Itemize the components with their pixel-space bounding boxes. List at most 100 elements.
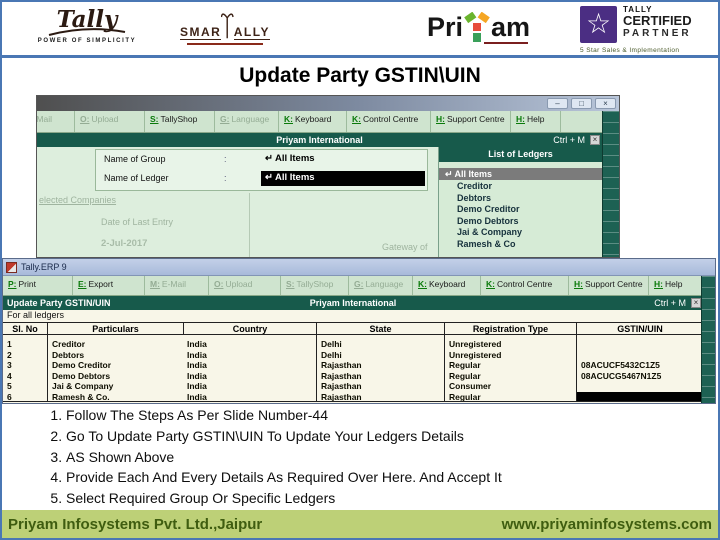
logo-header: Tally POWER OF SIMPLICITY SMAR ALLY Pri a… bbox=[2, 2, 718, 58]
smartally-tagline bbox=[187, 43, 263, 45]
toolbar-button-label: Support Centre bbox=[584, 279, 643, 289]
table-cell: 1 bbox=[7, 339, 12, 349]
toolbar-button-keyboard[interactable]: K: Keyboard bbox=[413, 276, 481, 295]
table-cell: 4 bbox=[7, 370, 12, 381]
page-title: Update Party GSTIN\UIN bbox=[239, 64, 481, 87]
toolbar-button-label: Export bbox=[88, 279, 114, 289]
smartally-left-text: SMAR bbox=[180, 25, 222, 40]
toolbar-button-print[interactable]: P: Print bbox=[3, 276, 73, 295]
shortcut-hint: Ctrl + M bbox=[654, 298, 686, 308]
close-icon[interactable]: × bbox=[590, 135, 600, 145]
toolbar-button-label: Language bbox=[365, 279, 404, 289]
footer-website: www.priyaminfosystems.com bbox=[501, 515, 712, 533]
toolbar-button-label: Upload bbox=[91, 114, 119, 124]
restore-icon[interactable]: □ bbox=[571, 98, 592, 109]
column-header: Registration Type bbox=[444, 322, 576, 335]
enter-icon: ↵ bbox=[445, 169, 453, 179]
table-cell: Creditor bbox=[47, 339, 183, 350]
toolbar-button-label: TallyShop bbox=[296, 279, 334, 289]
toolbar-button-help[interactable]: H: Help bbox=[511, 111, 561, 132]
toolbar-button-email[interactable]: M:E-Mail bbox=[36, 111, 75, 132]
tally-tagline: POWER OF SIMPLICITY bbox=[37, 38, 137, 44]
tally-app-icon bbox=[6, 261, 17, 273]
ledger-list-title: List of Ledgers bbox=[439, 147, 602, 162]
toolbar-button-tallyshop[interactable]: S: TallyShop bbox=[145, 111, 215, 132]
toolbar-button-export[interactable]: E: Export bbox=[73, 276, 145, 295]
shortcut-key: O: bbox=[214, 279, 224, 289]
ledger-item-label: All Items bbox=[454, 169, 493, 179]
shortcut-key: K: bbox=[418, 279, 427, 289]
ledger-item-label: Creditor bbox=[457, 181, 493, 191]
gstin-table: Sl. No Particulars Country State Registr… bbox=[3, 322, 703, 402]
minimize-icon[interactable]: – bbox=[547, 98, 568, 109]
priyam-logo: Pri am bbox=[427, 12, 530, 44]
footer-company: Priyam Infosystems Pvt. Ltd.,Jaipur bbox=[8, 515, 263, 533]
company-name: Priyam International bbox=[309, 298, 397, 308]
toolbar-button-language[interactable]: G: Language bbox=[215, 111, 279, 132]
shortcut-key: E: bbox=[78, 279, 87, 289]
toolbar-button-tallyshop[interactable]: S: TallyShop bbox=[281, 276, 349, 295]
toolbar-button-support-centre[interactable]: H: Support Centre bbox=[569, 276, 649, 295]
shortcut-key: G: bbox=[220, 114, 230, 124]
close-icon[interactable]: × bbox=[691, 298, 701, 308]
ledger-item[interactable]: Jai & Company bbox=[439, 227, 602, 239]
toolbar-button-label: E-Mail bbox=[36, 114, 53, 124]
toolbar-button-label: Support Centre bbox=[446, 114, 505, 124]
table-cell: Demo Creditor bbox=[47, 360, 183, 371]
table-cell: India bbox=[187, 381, 207, 391]
instruction-steps: Follow The Steps As Per Slide Number-44 … bbox=[32, 405, 710, 509]
ledger-item[interactable]: Debtors bbox=[439, 193, 602, 205]
column-header: State bbox=[316, 322, 444, 335]
shortcut-key: S: bbox=[286, 279, 295, 289]
table-cell: Rajasthan bbox=[316, 360, 444, 371]
toolbar-button-keyboard[interactable]: K: Keyboard bbox=[279, 111, 347, 132]
ledger-item[interactable]: Creditor bbox=[439, 181, 602, 193]
ledger-item[interactable]: ↵ All Items bbox=[439, 168, 602, 180]
toolbar-button-support-centre[interactable]: H: Support Centre bbox=[431, 111, 511, 132]
ledger-value-field[interactable]: ↵ All Items bbox=[261, 171, 425, 186]
toolbar-button-upload[interactable]: O: Upload bbox=[75, 111, 145, 132]
ledger-item[interactable]: Demo Debtors bbox=[439, 216, 602, 228]
star-icon: ☆ bbox=[580, 6, 617, 43]
toolbar-button-label: Control Centre bbox=[362, 114, 419, 124]
toolbar-button-control-centre[interactable]: K: Control Centre bbox=[347, 111, 431, 132]
certified-line: CERTIFIED bbox=[623, 13, 692, 28]
ledger-item-label: Ramesh & Co bbox=[457, 238, 516, 249]
smartally-tree-icon bbox=[221, 13, 234, 39]
close-icon[interactable]: × bbox=[595, 98, 616, 109]
group-value-field[interactable]: ↵ All Items bbox=[261, 153, 425, 164]
toolbar-button-upload[interactable]: O: Upload bbox=[209, 276, 281, 295]
toolbar-button-control-centre[interactable]: K: Control Centre bbox=[481, 276, 569, 295]
date-of-last-entry-label: Date of Last Entry bbox=[101, 217, 174, 227]
table-cell: India bbox=[187, 339, 207, 349]
table-cell: India bbox=[187, 360, 207, 370]
table-cell: Rajasthan bbox=[316, 391, 444, 402]
table-cell: Debtors bbox=[47, 349, 183, 360]
step-item: Go To Update Party GSTIN\UIN To Update Y… bbox=[66, 426, 710, 447]
gateway-label: Gateway of bbox=[382, 242, 428, 252]
ledger-select-form: Name of Group : ↵ All Items Name of Ledge… bbox=[95, 149, 428, 191]
toolbar-button-email[interactable]: M:E-Mail bbox=[145, 276, 209, 295]
certified-tagline: 5 Star Sales & Implementation bbox=[580, 47, 680, 54]
gstin-input-field[interactable] bbox=[576, 391, 703, 402]
ledger-item[interactable]: Ramesh & Co bbox=[439, 239, 602, 251]
tally-logo: Tally POWER OF SIMPLICITY bbox=[32, 8, 142, 45]
table-cell: Rajasthan bbox=[316, 370, 444, 381]
window2-screen-bar: Update Party GSTIN/UIN Priyam Internatio… bbox=[3, 296, 703, 310]
table-cell: India bbox=[183, 392, 316, 402]
column-header: Particulars bbox=[47, 322, 183, 335]
window2-titlebar: Tally.ERP 9 bbox=[3, 259, 715, 276]
table-cell: 08ACUCG5467N1Z5 bbox=[576, 370, 703, 381]
ledger-item[interactable]: Demo Creditor bbox=[439, 204, 602, 216]
table-cell: Ramesh & Co. bbox=[47, 391, 183, 402]
selected-companies-label: elected Companies bbox=[39, 195, 117, 205]
table-cell: Unregistered bbox=[444, 339, 576, 350]
window1-titlebar: – □ × bbox=[37, 96, 619, 111]
toolbar-button-help[interactable]: H: Help bbox=[649, 276, 703, 295]
tally-window-update-gstin: Tally.ERP 9 P: Print E: Export M: E-Mail O:… bbox=[2, 258, 716, 404]
form-label: Name of Group bbox=[104, 154, 166, 164]
tally-certified-partner-logo: ☆ TALLY CERTIFIED PARTNER 5 Star Sales &… bbox=[580, 5, 718, 55]
priyam-left-text: Pri bbox=[427, 12, 464, 42]
toolbar-button-language[interactable]: G: Language bbox=[349, 276, 413, 295]
body-divider bbox=[249, 193, 250, 257]
